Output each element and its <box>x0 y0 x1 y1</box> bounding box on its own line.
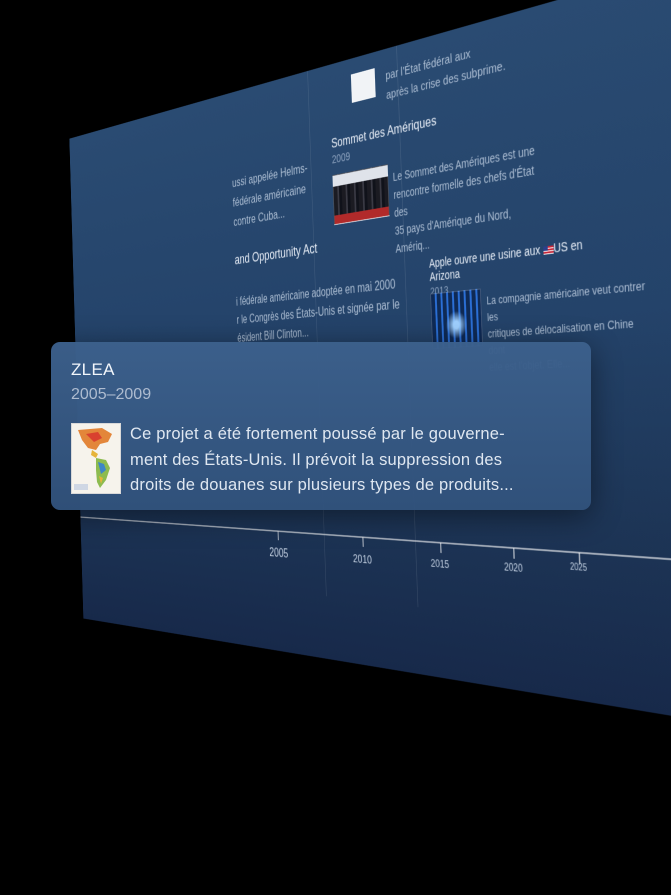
event-thumbnail[interactable] <box>350 68 376 103</box>
americas-map-icon[interactable] <box>71 423 121 494</box>
event-summit-desc: Le Sommet des Amériques est une rencontr… <box>393 140 541 258</box>
axis-label: 2010 <box>352 551 373 567</box>
axis-label: 2015 <box>430 556 450 571</box>
summit-photo[interactable] <box>332 164 390 226</box>
event-tooltip-card[interactable]: ZLEA 2005–2009 Ce projet a été fortement… <box>51 342 591 510</box>
apple-factory-photo[interactable] <box>430 288 483 350</box>
tooltip-text-line: ment des États-Unis. Il prévoit la suppr… <box>130 450 503 469</box>
tooltip-description: Ce projet a été fortement poussé par le … <box>130 422 514 499</box>
axis-label: 2005 <box>269 544 289 561</box>
us-flag-icon <box>543 245 554 255</box>
tooltip-text-line: droits de douanes sur plusieurs types de… <box>130 476 514 494</box>
event-prev[interactable]: par l'État fédéral aux après la crise de… <box>385 35 506 106</box>
axis-tick <box>362 537 364 547</box>
axis-label: 2020 <box>503 560 523 575</box>
axis-tick <box>277 531 279 541</box>
axis-label: 2025 <box>569 562 588 574</box>
axis-tick <box>513 547 515 559</box>
tooltip-text-line: Ce projet a été fortement poussé par le … <box>130 425 505 443</box>
tooltip-title: ZLEA <box>71 360 115 379</box>
tooltip-body: Ce projet a été fortement poussé par le … <box>71 422 571 499</box>
axis-tick <box>439 542 442 554</box>
event-helms-burton[interactable]: ussi appelée Helms- fédérale américaine … <box>232 157 313 232</box>
timeline-axis <box>80 516 671 564</box>
event-opportunity-act[interactable]: and Opportunity Act i fédérale américain… <box>234 226 413 348</box>
map-graphic <box>72 424 120 493</box>
tooltip-years: 2005–2009 <box>71 386 152 403</box>
